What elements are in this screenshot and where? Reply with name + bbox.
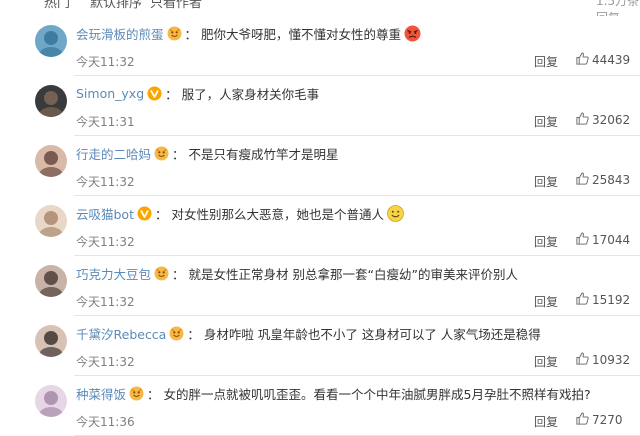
comment-item: 云吸猫bot ：对女性别那么大恶意，她也是个普通人今天11:32 回复 17044 xyxy=(0,196,640,256)
comment-time: 今天11:36 xyxy=(76,415,135,429)
reply-button[interactable]: 回复 xyxy=(534,413,558,430)
comment-time: 今天11:31 xyxy=(76,115,135,129)
like-button[interactable]: 32062 xyxy=(575,111,630,129)
verified-badge-icon xyxy=(154,266,169,281)
smile-face-icon xyxy=(387,204,404,222)
username-link[interactable]: 千黛汐Rebecca xyxy=(76,324,166,343)
username-link[interactable]: 云吸猫bot xyxy=(76,204,134,223)
username-link[interactable]: 种菜得饭 xyxy=(76,384,126,403)
reply-button[interactable]: 回复 xyxy=(534,233,558,250)
thumbs-up-icon xyxy=(575,231,592,249)
colon-separator: ： xyxy=(154,206,168,222)
comment-text: 服了，人家身材关你毛事 xyxy=(181,86,320,102)
verified-badge-icon xyxy=(137,206,152,221)
avatar[interactable] xyxy=(35,145,67,177)
comment-text: 就是女性正常身材 别总拿那一套“白瘦幼”的审美来评价别人 xyxy=(188,266,518,282)
like-button[interactable]: 10932 xyxy=(575,351,630,369)
avatar[interactable] xyxy=(35,265,67,297)
comment-text: 对女性别那么大恶意，她也是个普通人 xyxy=(171,206,385,222)
top-header-strip: 热门 默认排序 只看作者 1.5万条回复 xyxy=(0,0,640,16)
tab-default-sort[interactable]: 默认排序 xyxy=(90,0,142,11)
avatar[interactable] xyxy=(35,205,67,237)
comment-line: Simon_yxg ：服了，人家身材关你毛事 xyxy=(76,82,319,104)
username-link[interactable]: Simon_yxg xyxy=(76,86,144,101)
avatar[interactable] xyxy=(35,325,67,357)
username-link[interactable]: 巧克力大豆包 xyxy=(76,264,151,283)
comment-time: 今天11:32 xyxy=(76,55,135,69)
reply-button[interactable]: 回复 xyxy=(534,53,558,70)
colon-separator: ： xyxy=(184,26,198,42)
colon-separator: ： xyxy=(147,386,160,402)
avatar[interactable] xyxy=(35,385,67,417)
like-count: 17044 xyxy=(592,233,631,247)
reply-count: 1.5万条回复 xyxy=(596,0,640,16)
comment-item: 巧克力大豆包 ：就是女性正常身材 别总拿那一套“白瘦幼”的审美来评价别人今天11:… xyxy=(0,256,640,316)
like-button[interactable]: 44439 xyxy=(575,51,630,69)
comment-line: 巧克力大豆包 ：就是女性正常身材 别总拿那一套“白瘦幼”的审美来评价别人 xyxy=(76,262,518,284)
thumbs-up-icon xyxy=(575,291,592,309)
comment-item: Simon_yxg ：服了，人家身材关你毛事今天11:31 回复 32062 xyxy=(0,76,640,136)
like-button[interactable]: 7270 xyxy=(575,411,623,429)
avatar[interactable] xyxy=(35,25,67,57)
verified-badge-icon xyxy=(169,326,184,341)
colon-separator: ： xyxy=(187,326,200,342)
thumbs-up-icon xyxy=(575,351,592,369)
comment-item: 行走的二哈妈 ：不是只有瘦成竹竿才是明星今天11:32 回复 25843 xyxy=(0,136,640,196)
like-count: 25843 xyxy=(592,173,631,187)
thumbs-up-icon xyxy=(575,411,592,429)
comment-item: 会玩滑板的煎蛋 ：肥你大爷呀肥，懂不懂对女性的尊重今天11:32 回复 44439 xyxy=(0,16,640,76)
like-button[interactable]: 15192 xyxy=(575,291,630,309)
comment-line: 云吸猫bot ：对女性别那么大恶意，她也是个普通人 xyxy=(76,202,404,224)
like-count: 7270 xyxy=(592,413,623,427)
colon-separator: ： xyxy=(165,86,178,102)
comment-text: 身材咋啦 巩皇年龄也不小了 这身材可以了 人家气场还是稳得 xyxy=(203,326,541,342)
comment-text: 女的胖一点就被叽叽歪歪。看看一个个中年油腻男胖成5月孕肚不照样有戏拍? xyxy=(163,386,591,402)
verified-badge-icon xyxy=(147,86,162,101)
reply-button[interactable]: 回复 xyxy=(534,293,558,310)
comment-item: 千黛汐Rebecca ：身材咋啦 巩皇年龄也不小了 这身材可以了 人家气场还是稳得… xyxy=(0,316,640,376)
comment-text: 肥你大爷呀肥，懂不懂对女性的尊重 xyxy=(201,26,402,42)
comment-time: 今天11:32 xyxy=(76,235,135,249)
like-count: 44439 xyxy=(592,53,631,67)
tab-hot[interactable]: 热门 xyxy=(44,0,70,11)
reply-button[interactable]: 回复 xyxy=(534,113,558,130)
colon-separator: ： xyxy=(172,146,185,162)
angry-face-icon xyxy=(404,25,421,42)
like-button[interactable]: 25843 xyxy=(575,171,630,189)
comment-line: 会玩滑板的煎蛋 ：肥你大爷呀肥，懂不懂对女性的尊重 xyxy=(76,22,421,44)
comment-line: 种菜得饭 ：女的胖一点就被叽叽歪歪。看看一个个中年油腻男胖成5月孕肚不照样有戏拍? xyxy=(76,382,591,404)
verified-badge-icon xyxy=(167,26,182,41)
comment-text: 不是只有瘦成竹竿才是明星 xyxy=(188,146,339,162)
comment-item: 种菜得饭 ：女的胖一点就被叽叽歪歪。看看一个个中年油腻男胖成5月孕肚不照样有戏拍?… xyxy=(0,376,640,436)
like-count: 15192 xyxy=(592,293,631,307)
like-count: 32062 xyxy=(592,113,631,127)
verified-badge-icon xyxy=(129,386,144,401)
thumbs-up-icon xyxy=(575,51,592,69)
comment-line: 千黛汐Rebecca ：身材咋啦 巩皇年龄也不小了 这身材可以了 人家气场还是稳得 xyxy=(76,322,541,344)
thumbs-up-icon xyxy=(575,111,592,129)
comment-line: 行走的二哈妈 ：不是只有瘦成竹竿才是明星 xyxy=(76,142,339,164)
reply-button[interactable]: 回复 xyxy=(534,353,558,370)
verified-badge-icon xyxy=(154,146,169,161)
comment-time: 今天11:32 xyxy=(76,355,135,369)
like-button[interactable]: 17044 xyxy=(575,231,630,249)
reply-button[interactable]: 回复 xyxy=(534,173,558,190)
tab-author-only[interactable]: 只看作者 xyxy=(150,0,202,11)
colon-separator: ： xyxy=(172,266,185,282)
username-link[interactable]: 会玩滑板的煎蛋 xyxy=(76,24,164,43)
avatar[interactable] xyxy=(35,85,67,117)
username-link[interactable]: 行走的二哈妈 xyxy=(76,144,151,163)
thumbs-up-icon xyxy=(575,171,592,189)
comment-time: 今天11:32 xyxy=(76,295,135,309)
like-count: 10932 xyxy=(592,353,631,367)
comment-time: 今天11:32 xyxy=(76,175,135,189)
